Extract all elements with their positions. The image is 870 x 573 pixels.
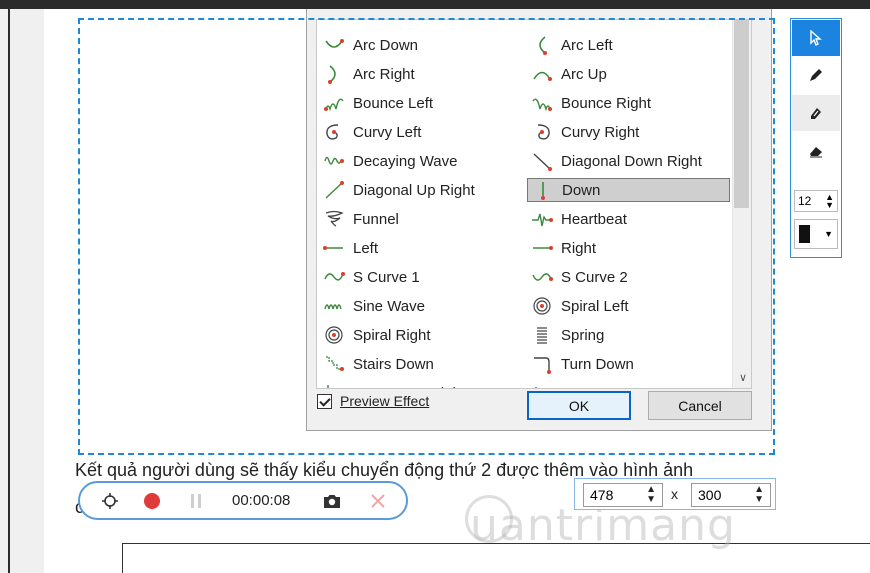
left-gutter (0, 9, 44, 573)
highlighter-tool-button[interactable] (792, 95, 840, 131)
eraser-tool-button[interactable] (792, 133, 840, 169)
width-stepper[interactable]: 478 ▲ ▼ (583, 483, 663, 507)
close-button[interactable] (366, 483, 390, 518)
capture-size-box: 478 ▲ ▼ x 300 ▲ ▼ (574, 478, 776, 510)
height-stepper[interactable]: 300 ▲ ▼ (691, 483, 771, 507)
pause-icon (191, 493, 201, 508)
pause-button[interactable] (184, 483, 208, 518)
chevron-down-icon: ▼ (824, 229, 833, 239)
close-icon (371, 493, 385, 508)
annotation-toolbar: 12 ▲ ▼ ▼ (790, 18, 842, 258)
pen-color-dropdown[interactable]: ▼ (794, 219, 838, 249)
pen-icon (810, 69, 822, 81)
pen-size-value: 12 (798, 194, 812, 208)
recording-timer: 00:00:08 (232, 492, 291, 509)
size-separator: x (671, 486, 678, 502)
capture-selection-region[interactable] (78, 18, 775, 455)
pen-size-stepper[interactable]: 12 ▲ ▼ (794, 190, 838, 212)
color-swatch (799, 225, 810, 243)
select-tool-button[interactable] (792, 20, 840, 56)
height-value: 300 (698, 487, 722, 503)
crosshair-icon (102, 492, 118, 509)
camera-icon (324, 494, 340, 508)
record-button[interactable] (140, 483, 164, 518)
spin-updown-icon[interactable]: ▲ ▼ (646, 485, 656, 505)
width-value: 478 (590, 487, 614, 503)
pen-tool-button[interactable] (792, 57, 840, 93)
highlighter-icon (811, 108, 821, 119)
gutter-edge (8, 9, 10, 573)
crosshair-button[interactable] (98, 483, 122, 518)
spin-updown-icon[interactable]: ▲ ▼ (825, 193, 834, 210)
select-icon (810, 30, 822, 46)
record-icon (144, 492, 160, 509)
recording-bar: 00:00:08 (78, 481, 408, 520)
top-bar (0, 0, 870, 9)
screenshot-button[interactable] (320, 483, 344, 518)
eraser-icon (810, 147, 822, 158)
spin-updown-icon[interactable]: ▲ ▼ (754, 485, 764, 505)
